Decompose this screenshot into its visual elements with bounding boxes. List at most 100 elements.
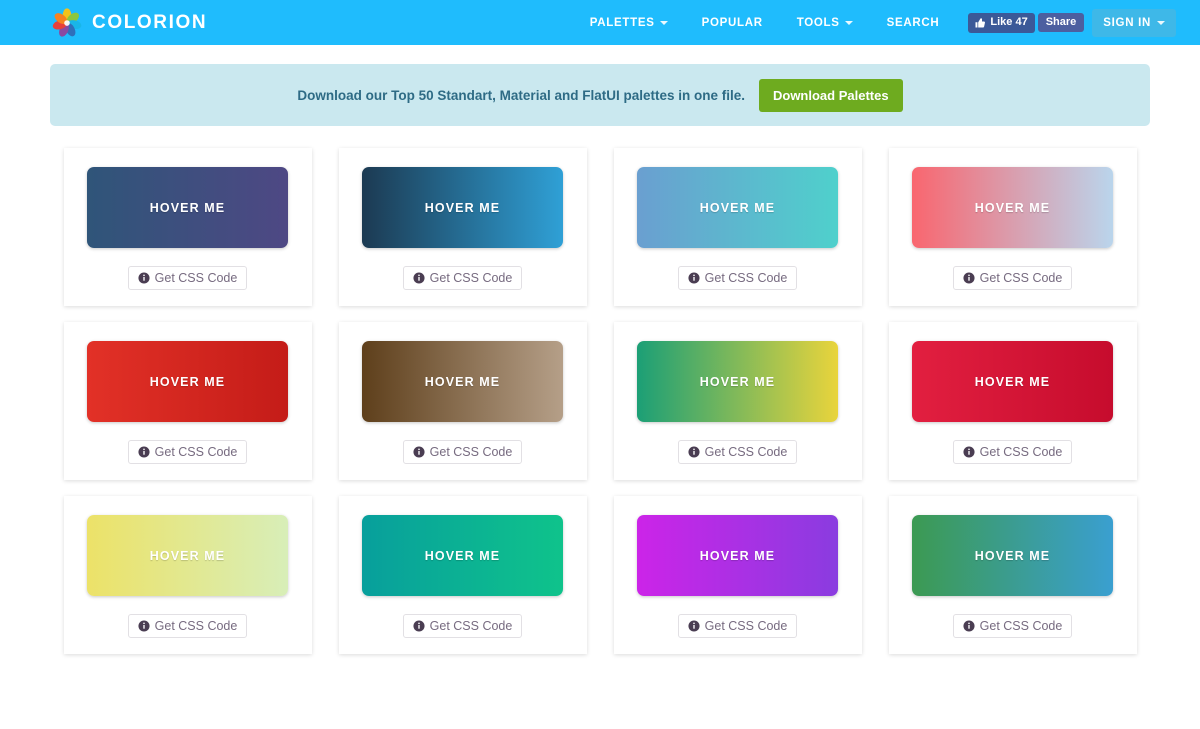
get-css-code-button[interactable]: Get CSS Code: [128, 614, 248, 638]
gradient-card: HOVER ME Get CSS Code: [64, 148, 312, 306]
hover-me-label: HOVER ME: [700, 201, 775, 215]
chevron-down-icon: [845, 21, 853, 25]
nav-item-palettes[interactable]: PALETTES: [573, 0, 685, 45]
get-css-code-label: Get CSS Code: [155, 445, 238, 459]
hover-me-label: HOVER ME: [975, 201, 1050, 215]
nav-item-popular[interactable]: POPULAR: [685, 0, 780, 45]
hover-me-label: HOVER ME: [425, 201, 500, 215]
gradient-swatch-gradient-10[interactable]: HOVER ME: [362, 515, 563, 596]
hover-me-label: HOVER ME: [975, 549, 1050, 563]
gradient-cell: HOVER ME Get CSS Code: [50, 496, 325, 670]
get-css-code-button[interactable]: Get CSS Code: [128, 266, 248, 290]
facebook-like-button[interactable]: Like 47: [968, 13, 1034, 33]
gradient-cell: HOVER ME Get CSS Code: [600, 496, 875, 670]
gradient-swatch-gradient-7[interactable]: HOVER ME: [637, 341, 838, 422]
gradient-card: HOVER ME Get CSS Code: [614, 322, 862, 480]
chevron-down-icon: [1157, 21, 1165, 25]
nav-item-search[interactable]: SEARCH: [870, 0, 957, 45]
promo-banner-wrapper: Download our Top 50 Standart, Material a…: [0, 45, 1200, 126]
gradient-card: HOVER ME Get CSS Code: [64, 496, 312, 654]
hover-me-label: HOVER ME: [700, 375, 775, 389]
info-circle-icon: [138, 446, 150, 458]
get-css-code-button[interactable]: Get CSS Code: [678, 266, 798, 290]
info-circle-icon: [413, 620, 425, 632]
chevron-down-icon: [660, 21, 668, 25]
gradient-swatch-gradient-1[interactable]: HOVER ME: [87, 167, 288, 248]
get-css-code-button[interactable]: Get CSS Code: [128, 440, 248, 464]
gradient-swatch-gradient-6[interactable]: HOVER ME: [362, 341, 563, 422]
get-css-code-label: Get CSS Code: [705, 271, 788, 285]
gradient-swatch-gradient-9[interactable]: HOVER ME: [87, 515, 288, 596]
get-css-code-button[interactable]: Get CSS Code: [678, 614, 798, 638]
info-circle-icon: [963, 272, 975, 284]
get-css-code-button[interactable]: Get CSS Code: [953, 440, 1073, 464]
promo-banner: Download our Top 50 Standart, Material a…: [50, 64, 1150, 126]
get-css-code-label: Get CSS Code: [980, 619, 1063, 633]
top-navbar: COLORION PALETTES POPULAR TOOLS SEARCH L…: [0, 0, 1200, 45]
get-css-code-label: Get CSS Code: [155, 271, 238, 285]
navbar-right-group: PALETTES POPULAR TOOLS SEARCH Like 47 Sh…: [573, 0, 1176, 45]
info-circle-icon: [138, 272, 150, 284]
sign-in-button[interactable]: SIGN IN: [1092, 9, 1176, 37]
flower-pinwheel-logo-icon: [52, 8, 82, 38]
sign-in-label: SIGN IN: [1103, 17, 1151, 29]
gradient-cell: HOVER ME Get CSS Code: [325, 322, 600, 496]
gradient-cell: HOVER ME Get CSS Code: [600, 322, 875, 496]
hover-me-label: HOVER ME: [150, 549, 225, 563]
get-css-code-label: Get CSS Code: [980, 271, 1063, 285]
gradient-swatch-gradient-11[interactable]: HOVER ME: [637, 515, 838, 596]
gradient-card: HOVER ME Get CSS Code: [614, 148, 862, 306]
gradient-cell: HOVER ME Get CSS Code: [600, 148, 875, 322]
nav-item-tools[interactable]: TOOLS: [780, 0, 870, 45]
gradient-swatch-gradient-4[interactable]: HOVER ME: [912, 167, 1113, 248]
hover-me-label: HOVER ME: [975, 375, 1050, 389]
nav-item-label: TOOLS: [797, 17, 840, 29]
gradient-card-grid: HOVER ME Get CSS Code HOVER ME Get CSS Code…: [0, 126, 1200, 670]
info-circle-icon: [413, 272, 425, 284]
gradient-swatch-gradient-12[interactable]: HOVER ME: [912, 515, 1113, 596]
brand-logo-link[interactable]: COLORION: [52, 8, 207, 38]
gradient-swatch-gradient-3[interactable]: HOVER ME: [637, 167, 838, 248]
nav-item-label: PALETTES: [590, 17, 655, 29]
brand-name: COLORION: [92, 12, 207, 34]
gradient-cell: HOVER ME Get CSS Code: [875, 148, 1150, 322]
get-css-code-label: Get CSS Code: [705, 445, 788, 459]
info-circle-icon: [688, 446, 700, 458]
gradient-swatch-gradient-5[interactable]: HOVER ME: [87, 341, 288, 422]
gradient-card: HOVER ME Get CSS Code: [889, 496, 1137, 654]
gradient-card: HOVER ME Get CSS Code: [614, 496, 862, 654]
gradient-card: HOVER ME Get CSS Code: [64, 322, 312, 480]
info-circle-icon: [688, 272, 700, 284]
facebook-like-label: Like 47: [990, 17, 1027, 28]
get-css-code-button[interactable]: Get CSS Code: [953, 614, 1073, 638]
gradient-swatch-gradient-2[interactable]: HOVER ME: [362, 167, 563, 248]
get-css-code-button[interactable]: Get CSS Code: [953, 266, 1073, 290]
facebook-social-group: Like 47 Share: [968, 13, 1084, 33]
gradient-cell: HOVER ME Get CSS Code: [50, 322, 325, 496]
get-css-code-button[interactable]: Get CSS Code: [403, 266, 523, 290]
hover-me-label: HOVER ME: [150, 375, 225, 389]
facebook-share-button[interactable]: Share: [1038, 13, 1085, 32]
gradient-card: HOVER ME Get CSS Code: [339, 148, 587, 306]
hover-me-label: HOVER ME: [700, 549, 775, 563]
info-circle-icon: [963, 620, 975, 632]
get-css-code-label: Get CSS Code: [980, 445, 1063, 459]
gradient-cell: HOVER ME Get CSS Code: [325, 148, 600, 322]
info-circle-icon: [138, 620, 150, 632]
gradient-card: HOVER ME Get CSS Code: [889, 148, 1137, 306]
gradient-swatch-gradient-8[interactable]: HOVER ME: [912, 341, 1113, 422]
gradient-cell: HOVER ME Get CSS Code: [325, 496, 600, 670]
download-palettes-button[interactable]: Download Palettes: [759, 79, 903, 112]
promo-text: Download our Top 50 Standart, Material a…: [297, 88, 745, 103]
get-css-code-button[interactable]: Get CSS Code: [678, 440, 798, 464]
info-circle-icon: [963, 446, 975, 458]
gradient-card: HOVER ME Get CSS Code: [889, 322, 1137, 480]
hover-me-label: HOVER ME: [425, 375, 500, 389]
thumbs-up-icon: [974, 17, 986, 29]
get-css-code-label: Get CSS Code: [430, 271, 513, 285]
get-css-code-button[interactable]: Get CSS Code: [403, 614, 523, 638]
get-css-code-label: Get CSS Code: [430, 445, 513, 459]
nav-item-label: POPULAR: [702, 17, 763, 29]
get-css-code-button[interactable]: Get CSS Code: [403, 440, 523, 464]
gradient-card: HOVER ME Get CSS Code: [339, 496, 587, 654]
